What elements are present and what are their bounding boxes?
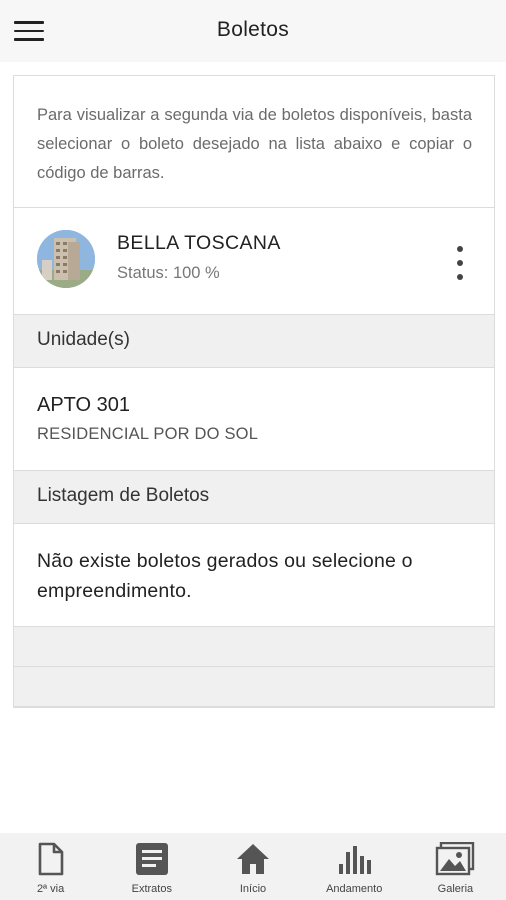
nav-item-inicio[interactable]: Início: [202, 833, 303, 900]
project-status: Status: 100 %: [117, 264, 220, 282]
project-avatar: [37, 230, 95, 288]
more-vertical-icon[interactable]: [450, 246, 470, 280]
boletos-card: Para visualizar a segunda via de boletos…: [13, 75, 495, 708]
document-icon: [37, 841, 65, 877]
nav-item-extratos[interactable]: Extratos: [101, 833, 202, 900]
app-header: Boletos: [0, 0, 506, 62]
nav-label: Galeria: [437, 883, 474, 895]
list-icon: [135, 841, 169, 877]
project-name: BELLA TOSCANA: [117, 232, 281, 254]
nav-label: 2ª via: [36, 883, 65, 895]
unit-building: RESIDENCIAL POR DO SOL: [37, 425, 259, 443]
nav-item-2a-via[interactable]: 2ª via: [0, 833, 101, 900]
unit-row[interactable]: APTO 301 RESIDENCIAL POR DO SOL: [14, 368, 494, 471]
empty-list-row: [14, 627, 494, 667]
nav-item-galeria[interactable]: Galeria: [405, 833, 506, 900]
unit-name: APTO 301: [37, 394, 131, 416]
intro-text: Para visualizar a segunda via de boletos…: [14, 76, 494, 208]
nav-label: Início: [239, 883, 267, 895]
units-section-header: Unidade(s): [14, 315, 494, 368]
bar-chart-icon: [336, 841, 372, 877]
nav-label: Andamento: [326, 883, 383, 895]
gallery-icon: [435, 841, 475, 877]
boletos-section-header: Listagem de Boletos: [14, 471, 494, 524]
empty-list-row: [14, 667, 494, 707]
nav-item-andamento[interactable]: Andamento: [304, 833, 405, 900]
project-row[interactable]: BELLA TOSCANA Status: 100 %: [14, 208, 494, 315]
bottom-navigation: 2ª via Extratos Início Andamento Galeria: [0, 833, 506, 900]
home-icon: [235, 841, 271, 877]
empty-boletos-message: Não existe boletos gerados ou selecione …: [14, 524, 494, 627]
nav-label: Extratos: [131, 883, 172, 895]
page-title: Boletos: [216, 18, 290, 41]
